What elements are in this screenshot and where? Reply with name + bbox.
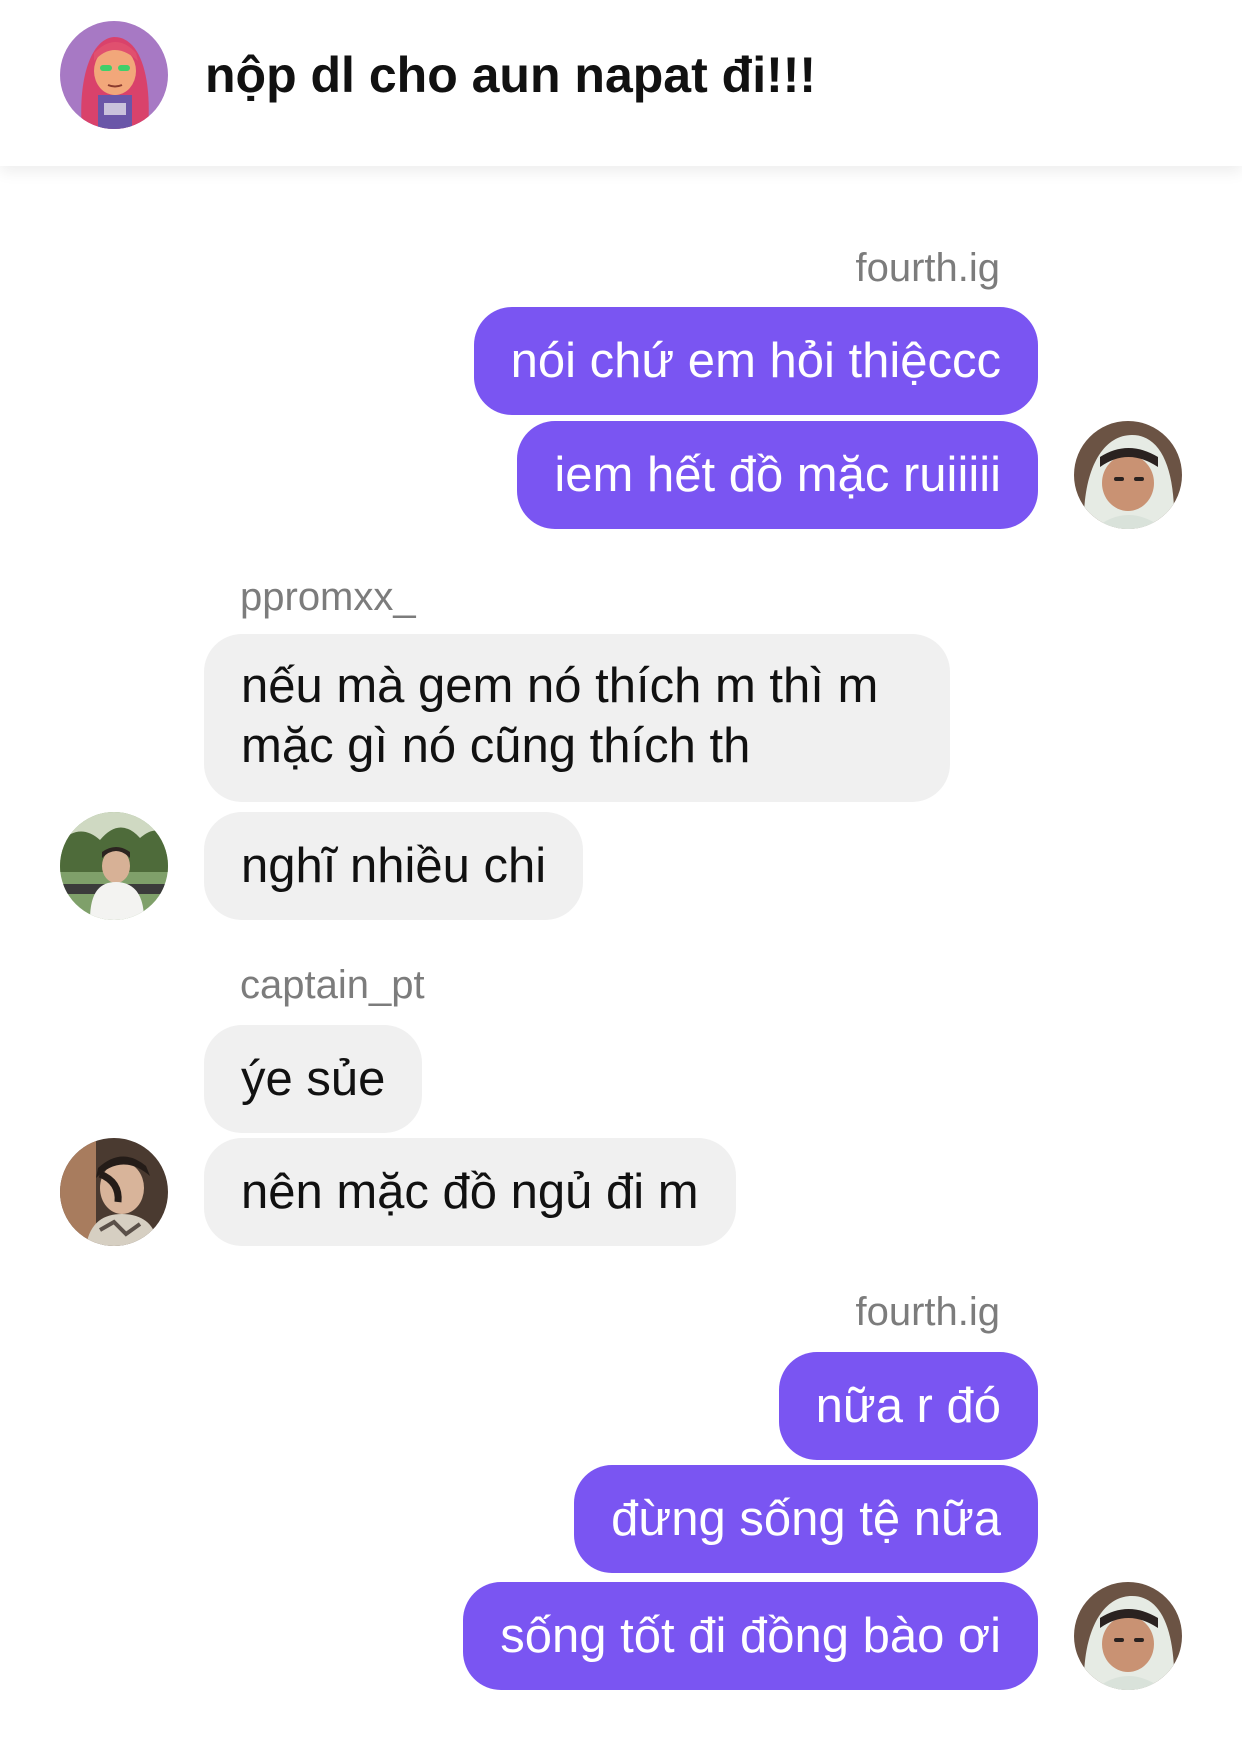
group-avatar-icon[interactable] [60,21,168,129]
ppromxx-avatar-icon[interactable] [60,812,168,920]
sender-name: fourth.ig [855,1290,1000,1334]
message-bubble[interactable]: nghĩ nhiều chi [204,812,584,920]
message-bubble[interactable]: nữa r đó [778,1352,1038,1460]
message-bubble[interactable]: sống tốt đi đồng bào ơi [463,1582,1038,1690]
message-bubble[interactable]: ýe sủe [204,1025,423,1133]
chat-header: nộp dl cho aun napat đi!!! [0,0,1242,166]
fourth-avatar-icon[interactable] [1074,1582,1182,1690]
sender-name: ppromxx_ [240,575,416,619]
fourth-avatar-icon[interactable] [1074,421,1182,529]
sender-name: captain_pt [240,963,425,1007]
captain-avatar-icon[interactable] [60,1138,168,1246]
sender-name: fourth.ig [855,246,1000,290]
message-bubble[interactable]: iem hết đồ mặc ruiiiii [517,421,1038,529]
message-bubble[interactable]: nên mặc đồ ngủ đi m [204,1138,736,1246]
message-bubble[interactable]: đừng sống tệ nữa [574,1465,1038,1573]
group-title[interactable]: nộp dl cho aun napat đi!!! [205,43,816,107]
message-bubble[interactable]: nếu mà gem nó thích m thì m mặc gì nó cũ… [204,634,950,802]
message-bubble[interactable]: nói chứ em hỏi thiệccc [473,307,1038,415]
